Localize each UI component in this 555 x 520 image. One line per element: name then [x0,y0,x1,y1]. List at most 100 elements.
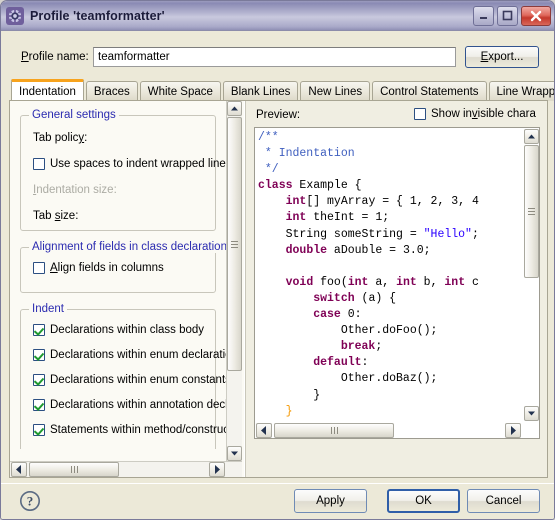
tab-line-wrapping-label: Line Wrapping [496,85,555,98]
show-invisible-characters-checkbox[interactable] [414,108,426,120]
apply-button[interactable]: Apply [294,489,367,513]
tab-blank-lines[interactable]: Blank Lines [222,81,299,101]
preview-scroll-left-button[interactable] [256,423,272,438]
indent-item-enum-constants[interactable]: Declarations within enum constants [33,374,226,386]
indent-item-enum-declaration[interactable]: Declarations within enum declaration [33,349,226,361]
settings-scroll-down-button[interactable] [227,446,242,461]
preview-scroll-up-button[interactable] [524,129,539,144]
indent-item-enum-declaration-checkbox[interactable] [33,349,45,361]
align-fields-checkbox-row[interactable]: Align fields in columns [33,262,164,274]
indent-item-statements-method-label: Statements within method/constructo [50,424,226,436]
use-spaces-label: Use spaces to indent wrapped lines [50,158,226,170]
preview-scroll-down-button[interactable] [524,406,539,421]
close-button[interactable] [521,5,551,26]
tab-content-panel: General settings Tab policy: Use spaces … [9,100,548,478]
ok-button[interactable]: OK [387,489,460,513]
settings-scroll-right-button[interactable] [209,462,225,477]
code-token: a, [368,275,397,289]
settings-vertical-scrollbar[interactable] [226,101,242,461]
settings-scroll-up-button[interactable] [227,101,242,116]
preview-vertical-scrollbar[interactable] [523,128,539,422]
tab-new-lines[interactable]: New Lines [300,81,371,101]
indent-item-enum-declaration-label: Declarations within enum declaration [50,349,226,361]
profile-name-label-rest: rofile name: [28,51,89,63]
minimize-icon [478,10,489,21]
code-token: default [313,356,362,370]
settings-hscrollbar-thumb[interactable] [29,462,119,477]
profile-name-input[interactable] [93,47,456,67]
code-token: int [285,195,307,209]
tab-indentation[interactable]: Indentation [11,79,84,101]
tab-white-space[interactable]: White Space [139,81,221,101]
tab-control-statements-label: Control Statements [380,85,479,98]
indentation-settings-pane: General settings Tab policy: Use spaces … [10,101,244,477]
tab-braces[interactable]: Braces [85,81,138,101]
code-token: } [258,388,321,402]
cancel-button[interactable]: Cancel [467,489,540,513]
tab-control-statements[interactable]: Control Statements [372,81,487,101]
chevron-down-icon [528,411,535,416]
indent-item-enum-constants-checkbox[interactable] [33,374,45,386]
chevron-up-icon [528,134,535,139]
use-spaces-checkbox[interactable] [33,158,45,170]
show-invisible-characters-row[interactable]: Show invisible chara [414,108,536,120]
arrow-right-icon [215,465,220,474]
profile-name-row: Profile name: Export... [1,45,554,69]
code-token: theInt = 1; [306,211,390,225]
profile-dialog-window: Profile 'teamformatter' Profile name: te… [0,0,555,520]
preview-scrollbar-thumb[interactable] [524,145,539,278]
settings-horizontal-scrollbar[interactable] [10,461,242,477]
maximize-icon [502,10,513,21]
code-token: c [465,275,479,289]
code-token: } [258,404,293,418]
indent-item-class-body[interactable]: Declarations within class body [33,324,204,336]
code-token: : [361,356,369,370]
indentation-settings-scroll-content: General settings Tab policy: Use spaces … [10,101,226,449]
preview-horizontal-scrollbar[interactable] [255,422,539,438]
dialog-footer: ? Apply OK Cancel [1,483,554,519]
preview-scroll-right-button[interactable] [505,423,521,438]
code-token: int [396,275,417,289]
settings-scrollbar-thumb[interactable] [227,117,242,371]
scrollbar-grip-icon [330,427,338,434]
title-bar: Profile 'teamformatter' [1,1,554,31]
tab-size-label: Tab size: [33,210,79,222]
arrow-right-icon [511,426,516,435]
code-token: Example { [292,179,362,193]
indent-item-class-body-label: Declarations within class body [50,324,205,336]
preview-label: Preview: [256,109,301,121]
window-title: Profile 'teamformatter' [30,8,165,23]
tab-line-wrapping[interactable]: Line Wrapping [488,81,555,101]
code-token: int [347,275,369,289]
preview-hscrollbar-thumb[interactable] [274,423,394,438]
minimize-button[interactable] [473,5,494,26]
use-spaces-checkbox-row[interactable]: Use spaces to indent wrapped lines [33,158,226,170]
scrollbar-grip-icon [231,240,238,248]
code-token: int [285,211,307,225]
help-icon[interactable]: ? [19,490,41,512]
code-token: String someString = [258,227,424,241]
settings-scroll-left-button[interactable] [11,462,27,477]
indentation-size-label: Indentation size: [33,184,117,196]
code-preview-text[interactable]: /** * Indentation */ class Example { int… [255,128,523,422]
indent-item-annotation-declaration[interactable]: Declarations within annotation declar [33,399,226,411]
indent-item-statements-method-checkbox[interactable] [33,424,45,436]
maximize-button[interactable] [497,5,518,26]
indent-item-statements-method[interactable]: Statements within method/constructo [33,424,226,436]
profile-name-label: Profile name: [21,51,89,63]
code-token: foo( [313,275,348,289]
code-token: 0: [340,308,362,322]
code-token: ; [375,340,383,354]
align-fields-checkbox[interactable] [33,262,45,274]
general-settings-group-title: General settings [29,109,119,121]
indent-item-annotation-declaration-checkbox[interactable] [33,399,45,411]
indent-item-class-body-checkbox[interactable] [33,324,45,336]
export-button[interactable]: Export... [465,46,539,68]
